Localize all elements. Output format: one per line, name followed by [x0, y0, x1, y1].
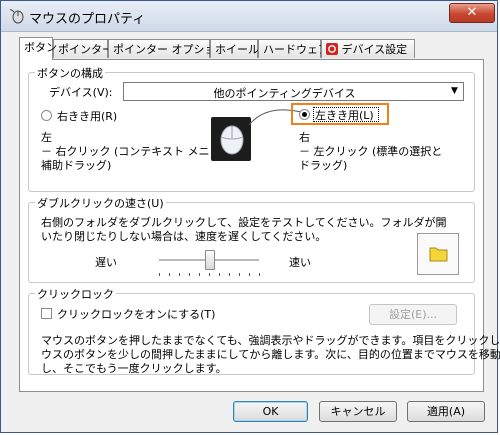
title-bar: マウスのプロパティ ✕	[1, 1, 497, 32]
buttons-tab-panel: ボタンの構成 デバイス(V): 他のポインティングデバイス ▼ 右きき用(R) …	[19, 59, 500, 392]
apply-button[interactable]: 適用(A)	[407, 401, 485, 422]
click-lock-checkbox[interactable]	[41, 308, 52, 319]
left-button-desc-2: 補助ドラッグ)	[41, 159, 112, 172]
tab-device-settings[interactable]: デバイス設定	[321, 39, 415, 58]
fast-label: 速い	[289, 256, 311, 269]
device-label: デバイス(V):	[49, 86, 113, 99]
mouse-app-icon	[9, 9, 24, 24]
slow-label: 遅い	[95, 256, 117, 269]
tab-pointer-options[interactable]: ポインター オプション	[108, 39, 227, 58]
ok-button[interactable]: OK	[233, 401, 308, 422]
click-lock-label: クリックロック	[35, 286, 116, 302]
double-click-label: ダブルクリックの速さ(U)	[35, 195, 166, 211]
left-hand-radio[interactable]	[299, 109, 310, 120]
test-folder[interactable]	[417, 233, 459, 275]
mouse-icon	[220, 125, 244, 155]
right-hand-radio[interactable]	[41, 110, 52, 121]
tab-wheel[interactable]: ホイール	[210, 39, 259, 58]
slider-ticks	[159, 273, 260, 276]
click-lock-checkbox-label: クリックロックをオンにする(T)	[57, 308, 216, 321]
speed-slider-thumb[interactable]	[205, 250, 215, 270]
double-click-desc-2: いたり閉じたりしない場合は、速度を遅くしてください。	[41, 230, 327, 243]
window-title: マウスのプロパティ	[29, 12, 146, 27]
close-button[interactable]: ✕	[449, 3, 495, 23]
click-lock-group: クリックロック クリックロックをオンにする(T) 設定(E)... マウスのボタ…	[28, 286, 500, 375]
click-lock-settings-button[interactable]: 設定(E)...	[369, 304, 457, 325]
button-config-label: ボタンの構成	[35, 65, 105, 81]
right-hand-label: 右きき用(R)	[57, 110, 118, 123]
chevron-down-icon: ▼	[451, 86, 458, 96]
button-config-group: ボタンの構成 デバイス(V): 他のポインティングデバイス ▼ 右きき用(R) …	[28, 65, 475, 192]
device-select[interactable]: 他のポインティングデバイス ▼	[123, 82, 464, 101]
device-settings-icon	[326, 43, 338, 55]
folder-icon	[429, 247, 448, 262]
tab-hardware[interactable]: ハードウェア	[258, 39, 329, 58]
tab-pointers[interactable]: ポインター	[53, 39, 113, 58]
close-icon: ✕	[466, 5, 478, 20]
tab-buttons[interactable]: ボタン	[19, 37, 57, 60]
mouse-image	[211, 117, 251, 161]
click-lock-desc-3: し、そこでもう一度クリックします。	[41, 362, 227, 375]
right-button-desc-2: ドラッグ)	[299, 159, 348, 172]
device-select-value: 他のポインティングデバイス	[213, 87, 356, 100]
cancel-button[interactable]: キャンセル	[319, 401, 397, 422]
left-hand-label: 左きき用(L)	[315, 109, 374, 122]
mouse-properties-window: マウスのプロパティ ✕ ボタン ポインター ポインター オプション ホイール ハ…	[0, 0, 500, 433]
double-click-group: ダブルクリックの速さ(U) 右側のフォルダをダブルクリックして、設定をテストして…	[28, 195, 475, 283]
